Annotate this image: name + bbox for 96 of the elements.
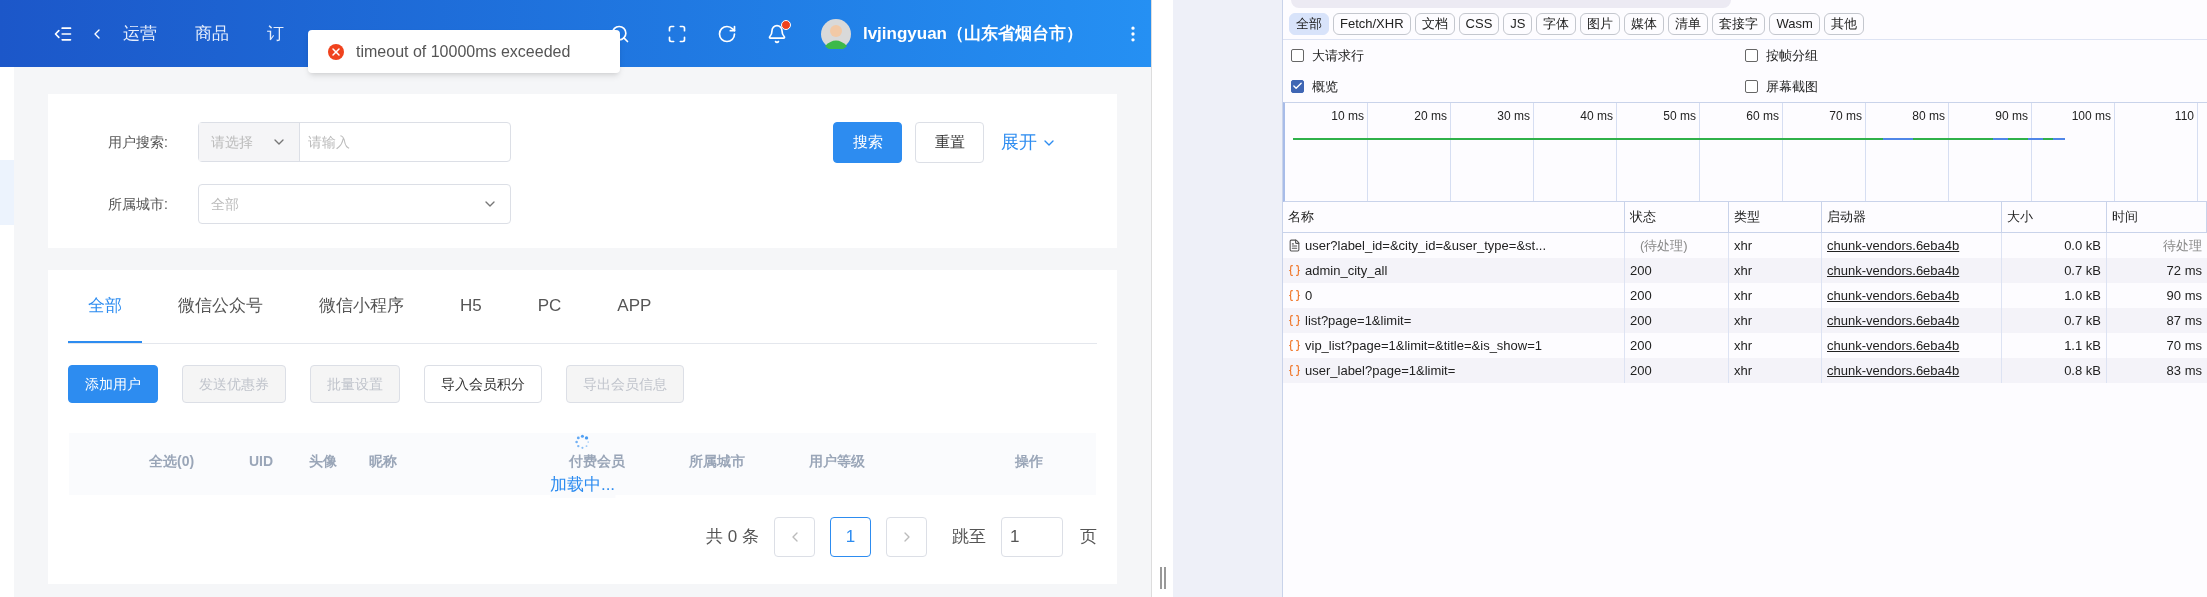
filter-chip[interactable]: 清单 (1668, 13, 1709, 35)
fetch-icon (1288, 289, 1301, 302)
filter-chip[interactable]: 套接字 (1712, 13, 1766, 35)
fetch-icon (1288, 364, 1301, 377)
bell-icon[interactable] (766, 23, 787, 44)
column-header[interactable]: 类型 (1729, 202, 1822, 232)
filter-chip[interactable]: 媒体 (1624, 13, 1665, 35)
fetch-icon (1288, 339, 1301, 352)
checkbox-label: 概览 (1312, 77, 1338, 96)
column-header: UID (249, 453, 274, 469)
time-tick: 10 ms (1331, 108, 1364, 123)
request-name[interactable]: user_label?page=1&limit= (1305, 360, 1456, 381)
column-header: 操作 (1015, 453, 1043, 469)
time-tick: 90 ms (1995, 108, 2028, 123)
column-header: 全选(0) (149, 453, 195, 469)
filter-chip[interactable]: 字体 (1536, 13, 1577, 35)
expand-link[interactable]: 展开 (1001, 122, 1057, 163)
time-cell-text: 待处理 (2162, 236, 2203, 255)
refresh-icon[interactable] (716, 23, 737, 44)
tab[interactable]: 微信小程序 (299, 270, 424, 343)
tab[interactable]: 全部 (68, 270, 142, 343)
time-tick: 20 ms (1414, 108, 1447, 123)
column-header[interactable]: 时间 (2107, 202, 2207, 232)
jump-label: 跳至 (952, 526, 986, 549)
filter-chip[interactable]: Fetch/XHR (1333, 13, 1411, 35)
checkbox[interactable] (1291, 49, 1304, 63)
checkbox[interactable] (1291, 79, 1304, 93)
request-name[interactable]: user?label_id=&city_id=&user_type=&st... (1305, 235, 1546, 256)
time-tick: 80 ms (1912, 108, 1945, 123)
request-name[interactable]: 0 (1305, 285, 1313, 306)
size-cell: 0.8 kB (2002, 358, 2107, 383)
field-label: 所属城市: (108, 194, 169, 214)
avatar-icon (820, 18, 851, 49)
column-header[interactable]: 状态 (1625, 202, 1729, 232)
time-tick: 30 ms (1497, 108, 1530, 123)
filter-chip[interactable]: CSS (1458, 13, 1500, 35)
total-count: 共 0 条 (706, 526, 759, 549)
type-cell: xhr (1729, 358, 1822, 383)
request-name[interactable]: admin_city_all (1305, 260, 1388, 281)
time-cell-text: 87 ms (2165, 311, 2203, 330)
splitter-handle[interactable] (1159, 567, 1166, 589)
filter-chip[interactable]: 图片 (1580, 13, 1621, 35)
time-tick: 110 (2174, 108, 2194, 123)
filter-chip[interactable]: Wasm (1769, 13, 1820, 35)
loading-spinner (574, 434, 591, 450)
nav-item[interactable]: 商品 (195, 20, 229, 47)
status-cell: 200 (1625, 358, 1729, 383)
column-header: 昵称 (369, 453, 397, 469)
filter-chip[interactable]: JS (1503, 13, 1533, 35)
time-cell-text: 83 ms (2165, 361, 2203, 380)
time-tick: 50 ms (1663, 108, 1696, 123)
checkbox-label: 大请求行 (1312, 47, 1364, 65)
time-tick: 40 ms (1580, 108, 1613, 123)
document-icon (1288, 239, 1301, 252)
checkbox[interactable] (1745, 79, 1758, 93)
time-cell-text: 70 ms (2165, 336, 2203, 355)
column-header: 所属城市 (689, 453, 745, 469)
column-header: 付费会员 (569, 453, 625, 469)
column-header: 头像 (309, 453, 337, 469)
field-label: 用户搜索: (108, 132, 169, 152)
time-tick: 70 ms (1829, 108, 1862, 123)
time-tick: 100 ms (2071, 108, 2111, 123)
nav-item[interactable]: 订 (267, 20, 284, 47)
toast-message: timeout of 10000ms exceeded (356, 41, 571, 62)
fullscreen-icon[interactable] (666, 23, 687, 44)
nav-item[interactable]: 运营 (123, 20, 157, 47)
action-button[interactable]: 导入会员积分 (424, 365, 542, 403)
search-input[interactable]: 请输入 (300, 123, 510, 161)
user-name[interactable]: lvjingyuan（山东省烟台市） (862, 20, 1083, 47)
time-cell-text: 72 ms (2165, 261, 2203, 280)
column-header[interactable]: 大小 (2002, 202, 2107, 232)
column-header[interactable]: 启动器 (1822, 202, 2002, 232)
tab[interactable]: PC (517, 270, 582, 343)
request-name[interactable]: list?page=1&limit= (1305, 310, 1412, 331)
filter-chip[interactable]: 文档 (1414, 13, 1455, 35)
request-name[interactable]: vip_list?page=1&limit=&title=&is_show=1 (1305, 335, 1543, 356)
time-tick: 60 ms (1746, 108, 1779, 123)
page-unit: 页 (1080, 526, 1097, 549)
column-header[interactable]: 名称 (1283, 202, 1625, 232)
checkbox-label: 屏幕截图 (1766, 77, 1818, 96)
tab[interactable]: H5 (440, 270, 502, 343)
tab[interactable]: 微信公众号 (158, 270, 283, 343)
checkbox-label: 按帧分组 (1766, 47, 1818, 65)
column-header: 用户等级 (809, 453, 865, 469)
error-icon (328, 43, 344, 60)
filter-chip[interactable]: 全部 (1289, 13, 1329, 35)
tab[interactable]: APP (597, 270, 672, 343)
initiator-link[interactable]: chunk-vendors.6eba4b (1822, 358, 2002, 383)
time-cell-text: 90 ms (2165, 286, 2203, 305)
filter-chip[interactable]: 其他 (1823, 13, 1864, 35)
page-jump-field[interactable]: 1 (1001, 517, 1063, 557)
reset-button[interactable]: 重置 (915, 122, 984, 163)
fetch-icon (1288, 264, 1301, 277)
fetch-icon (1288, 314, 1301, 327)
checkbox[interactable] (1745, 49, 1758, 63)
page-button[interactable]: 1 (830, 517, 871, 557)
